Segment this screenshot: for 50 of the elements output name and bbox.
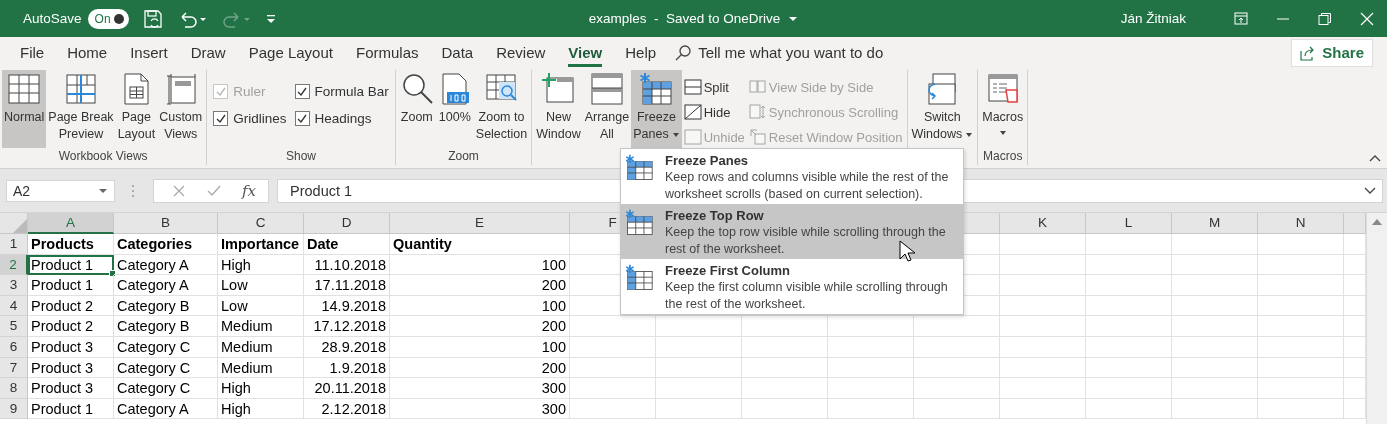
table-cell: Categories (114, 234, 218, 255)
table-cell: 200 (390, 316, 570, 337)
table-cell: 100 (390, 295, 570, 317)
autosave-label: AutoSave (23, 11, 82, 26)
table-cell: 100 (390, 254, 570, 276)
group-label: Show (285, 149, 318, 165)
table-cell: Quantity (390, 234, 570, 255)
table-cell: Category A (114, 398, 218, 420)
table-cell: Category C (114, 378, 218, 399)
table-cell: 200 (390, 357, 570, 379)
group-label: Macros (982, 149, 1024, 165)
table-cell: Category B (114, 316, 218, 337)
table-cell: High (218, 254, 304, 276)
table-cell: Category C (114, 357, 218, 379)
table-cell: 28.9.2018 (304, 336, 390, 358)
table-cell: Product 2 (28, 316, 114, 337)
table-cell: 100 (390, 336, 570, 358)
table-cell: Product 3 (28, 378, 114, 399)
table-cell: 17.11.2018 (304, 275, 390, 296)
table-cell: Category A (114, 254, 218, 276)
group-label: Workbook Views (57, 149, 149, 165)
table-cell: Product 3 (28, 336, 114, 358)
table-cell: Medium (218, 316, 304, 337)
table-cell: Importance (218, 234, 304, 255)
table-cell: Product 3 (28, 357, 114, 379)
table-cell: Low (218, 275, 304, 296)
table-cell: Category B (114, 295, 218, 317)
table-cell: High (218, 398, 304, 420)
table-cell: 300 (390, 378, 570, 399)
table-cell: 20.11.2018 (304, 378, 390, 399)
table-cell: 14.9.2018 (304, 295, 390, 317)
table-cell: 300 (390, 398, 570, 420)
table-cell: Category C (114, 336, 218, 358)
group-label: Zoom (447, 149, 480, 165)
table-cell: Category A (114, 275, 218, 296)
table-cell: 1.9.2018 (304, 357, 390, 379)
table-cell: Date (304, 234, 390, 255)
table-cell: 11.10.2018 (304, 254, 390, 276)
table-cell: 200 (390, 275, 570, 296)
table-cell: Product 1 (28, 275, 114, 296)
table-cell: 17.12.2018 (304, 316, 390, 337)
table-cell: Product 1 (28, 254, 114, 276)
table-cell: Low (218, 295, 304, 317)
table-cell: Medium (218, 357, 304, 379)
table-cell: Medium (218, 336, 304, 358)
table-cell: 2.12.2018 (304, 398, 390, 420)
table-cell: Products (28, 234, 114, 255)
table-cell: High (218, 378, 304, 399)
table-cell: Product 1 (28, 398, 114, 420)
table-cell: Product 2 (28, 295, 114, 317)
